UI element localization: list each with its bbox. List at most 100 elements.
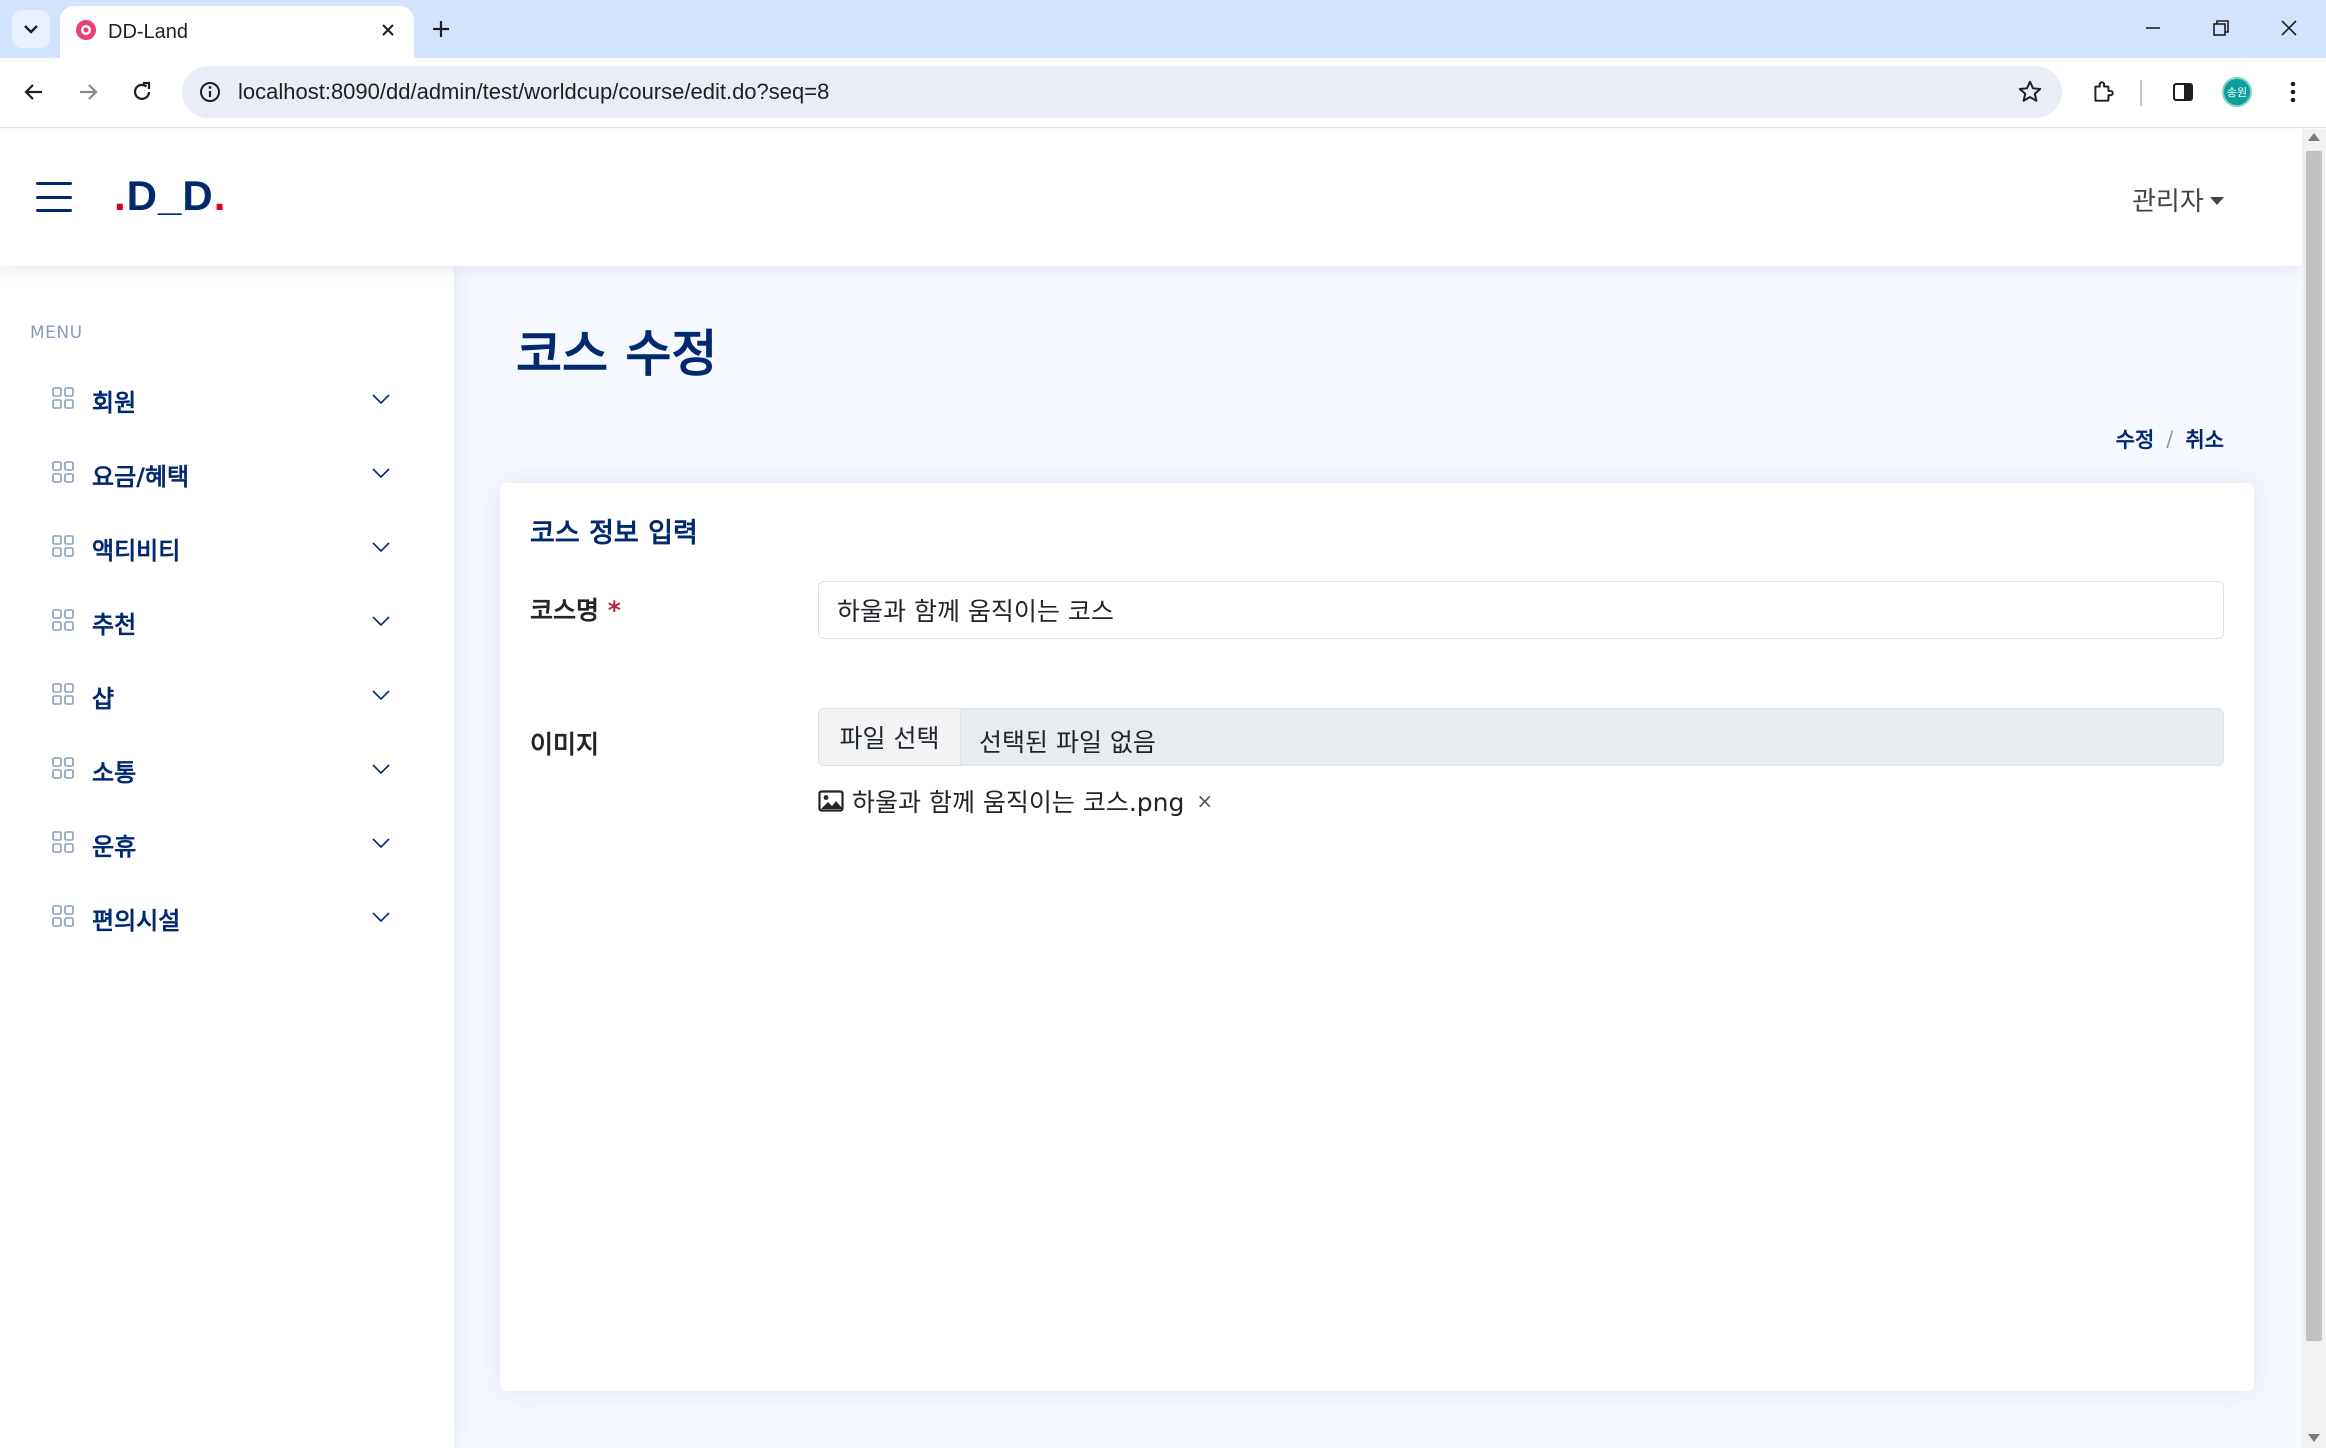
grid-icon [52, 683, 74, 705]
action-separator: / [2166, 427, 2174, 451]
browser-menu-button[interactable] [2274, 73, 2312, 111]
sidebar-item[interactable]: 액티비티 [30, 516, 410, 576]
profile-avatar[interactable]: 송원 [2222, 77, 2252, 107]
side-panel-icon [2173, 83, 2193, 101]
image-icon [818, 790, 844, 812]
address-bar[interactable]: localhost:8090/dd/admin/test/worldcup/co… [182, 66, 2062, 118]
sidebar: MENU 회원요금/혜택액티비티추천샵소통운휴편의시설 [0, 266, 454, 1448]
hamburger-menu-icon[interactable] [36, 182, 72, 212]
site-info-icon [200, 82, 220, 102]
new-tab-button[interactable] [424, 12, 458, 46]
extensions-icon [2094, 81, 2114, 102]
scroll-down-arrow-icon[interactable] [2308, 1434, 2320, 1442]
caret-down-icon [2209, 196, 2224, 205]
grid-icon [52, 387, 74, 409]
tab-title: DD-Land [108, 21, 189, 43]
back-button[interactable] [14, 72, 54, 112]
sidebar-item-label: 편의시설 [92, 907, 181, 935]
tab-search-icon [24, 25, 38, 34]
reload-icon [133, 81, 151, 100]
bookmark-button[interactable] [2016, 78, 2044, 106]
file-status-text: 선택된 파일 없음 [979, 728, 1156, 757]
url-text: localhost:8090/dd/admin/test/worldcup/co… [238, 79, 830, 104]
favicon-icon [74, 18, 98, 46]
sidebar-item[interactable]: 샵 [30, 664, 410, 724]
page-scrollbar[interactable] [2302, 129, 2326, 1448]
extensions-button[interactable] [2084, 73, 2122, 111]
sidebar-item-label: 운휴 [92, 833, 137, 861]
grid-icon [52, 831, 74, 853]
browser-tab[interactable]: DD-Land [60, 6, 414, 58]
star-icon [2018, 80, 2042, 102]
window-close-button[interactable] [2262, 8, 2316, 48]
tab-close-button[interactable] [376, 18, 400, 42]
chevron-down-icon [372, 468, 390, 479]
toolbar-separator [2140, 80, 2142, 106]
site-logo[interactable]: .D_D. [114, 172, 226, 220]
choose-file-button[interactable]: 파일 선택 [819, 709, 961, 765]
scroll-thumb[interactable] [2306, 151, 2322, 1341]
browser-tabstrip: DD-Land [0, 0, 2326, 58]
image-label: 이미지 [530, 730, 600, 759]
site-info-button[interactable] [194, 76, 226, 108]
scroll-up-arrow-icon[interactable] [2308, 133, 2320, 141]
grid-icon [52, 757, 74, 779]
chevron-down-icon [372, 690, 390, 701]
grid-icon [52, 535, 74, 557]
course-form-card: 코스 정보 입력 코스명 * 이미지 파일 선택 선택된 파일 없음 하울과 함… [500, 483, 2254, 1391]
main-content: 코스 수정 수정 / 취소 코스 정보 입력 코스명 * 이미지 파일 선택 선… [454, 266, 2302, 1448]
course-name-input[interactable] [818, 581, 2224, 639]
restore-icon [2213, 20, 2229, 36]
grid-icon [52, 905, 74, 927]
side-panel-button[interactable] [2164, 73, 2202, 111]
user-name: 관리자 [2132, 187, 2204, 217]
chevron-down-icon [372, 912, 390, 923]
minimize-button[interactable] [2126, 8, 2180, 48]
action-links: 수정 / 취소 [2116, 424, 2224, 454]
chevron-down-icon [372, 542, 390, 553]
kebab-menu-icon [2290, 81, 2296, 103]
sidebar-item[interactable]: 요금/혜택 [30, 442, 410, 502]
user-dropdown[interactable]: 관리자 [2132, 181, 2224, 218]
menu-heading: MENU [30, 323, 83, 343]
restore-button[interactable] [2194, 8, 2248, 48]
reload-button[interactable] [122, 72, 162, 112]
sidebar-item[interactable]: 편의시설 [30, 886, 410, 946]
sidebar-item-label: 액티비티 [92, 537, 181, 565]
sidebar-item[interactable]: 추천 [30, 590, 410, 650]
page-viewport: .D_D. 관리자 MENU 회원요금/혜택액티비티추천샵소통운휴편의시설 코스… [0, 129, 2302, 1448]
sidebar-item-label: 소통 [92, 759, 137, 787]
attached-file: 하울과 함께 움직이는 코스.png × [818, 783, 1213, 819]
close-icon [382, 24, 394, 36]
forward-button[interactable] [68, 72, 108, 112]
grid-icon [52, 609, 74, 631]
minimize-icon [2146, 27, 2160, 29]
card-title: 코스 정보 입력 [530, 518, 698, 549]
sidebar-item-label: 샵 [92, 685, 115, 713]
chevron-down-icon [372, 616, 390, 627]
sidebar-item[interactable]: 운휴 [30, 812, 410, 872]
course-name-label: 코스명 * [530, 596, 621, 625]
sidebar-item[interactable]: 회원 [30, 368, 410, 428]
chevron-down-icon [372, 838, 390, 849]
sidebar-item-label: 회원 [92, 389, 137, 417]
tab-search-button[interactable] [12, 10, 50, 48]
attached-file-name: 하울과 함께 움직이는 코스.png [852, 788, 1185, 817]
grid-icon [52, 461, 74, 483]
sidebar-item[interactable]: 소통 [30, 738, 410, 798]
page-title: 코스 수정 [516, 325, 718, 383]
plus-icon [433, 21, 449, 37]
browser-toolbar: localhost:8090/dd/admin/test/worldcup/co… [0, 58, 2326, 128]
remove-file-button[interactable]: × [1196, 789, 1213, 813]
cancel-link[interactable]: 취소 [2185, 424, 2224, 454]
forward-arrow-icon [80, 84, 98, 100]
required-mark: * [607, 596, 621, 625]
chevron-down-icon [372, 764, 390, 775]
chevron-down-icon [372, 394, 390, 405]
edit-link[interactable]: 수정 [2116, 424, 2155, 454]
window-close-icon [2281, 20, 2297, 36]
back-arrow-icon [24, 84, 42, 100]
image-file-input[interactable]: 파일 선택 선택된 파일 없음 [818, 708, 2224, 766]
sidebar-item-label: 추천 [92, 611, 137, 639]
sidebar-item-label: 요금/혜택 [92, 463, 190, 491]
